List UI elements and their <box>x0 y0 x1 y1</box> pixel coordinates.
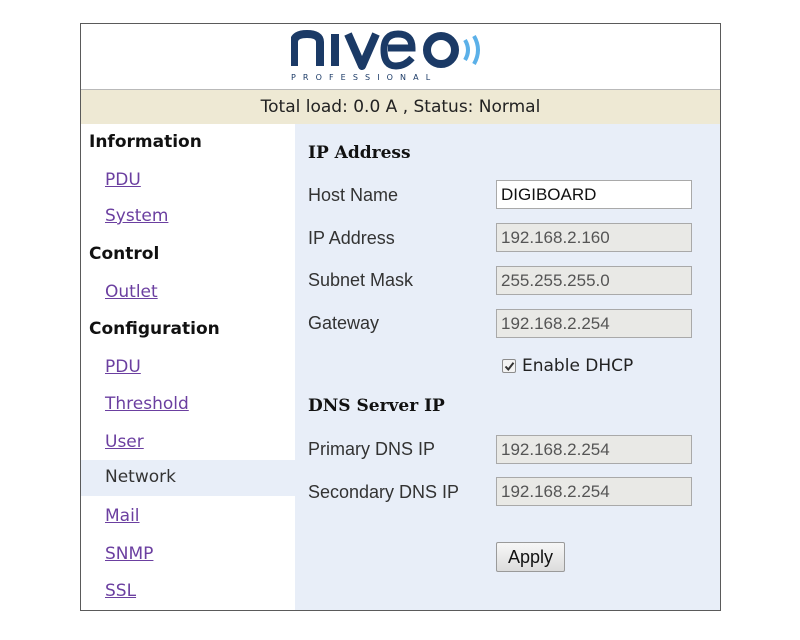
subnet-mask-label: Subnet Mask <box>308 270 414 290</box>
niveo-logo: PROFESSIONAL <box>290 28 521 86</box>
network-settings-panel: IP Address Host Name IP Address Subnet M… <box>295 124 720 610</box>
sidebar-section-configuration: Configuration <box>89 319 220 339</box>
sidebar-section-control: Control <box>89 244 160 264</box>
header: PROFESSIONAL <box>81 24 720 90</box>
sidebar-item-threshold[interactable]: Threshold <box>105 394 189 414</box>
sidebar-item-mail[interactable]: Mail <box>105 506 140 526</box>
enable-dhcp-label: Enable DHCP <box>522 356 634 376</box>
gateway-label: Gateway <box>308 313 380 333</box>
sidebar-item-outlet[interactable]: Outlet <box>105 282 158 302</box>
logo-wordmark-graphic <box>290 29 480 70</box>
logo-subtext: PROFESSIONAL <box>291 73 438 82</box>
sidebar-item-config-pdu[interactable]: PDU <box>105 357 141 377</box>
ip-address-input[interactable] <box>496 223 692 252</box>
status-bar: Total load: 0.0 A , Status: Normal <box>81 90 720 124</box>
ip-address-label: IP Address <box>308 228 395 248</box>
subnet-mask-input[interactable] <box>496 266 692 295</box>
apply-button[interactable]: Apply <box>496 542 565 572</box>
secondary-dns-label: Secondary DNS IP <box>308 482 460 502</box>
primary-dns-input[interactable] <box>496 435 692 464</box>
secondary-dns-input[interactable] <box>496 477 692 506</box>
sidebar-item-system[interactable]: System <box>105 206 168 226</box>
host-name-input[interactable] <box>496 180 692 209</box>
page-frame: PROFESSIONAL Total load: 0.0 A , Status:… <box>80 23 721 611</box>
enable-dhcp-option[interactable]: Enable DHCP <box>502 356 633 376</box>
ip-address-heading: IP Address <box>308 143 411 163</box>
enable-dhcp-checkbox[interactable] <box>502 359 516 373</box>
sidebar-item-user[interactable]: User <box>105 432 144 452</box>
sidebar-item-network[interactable]: Network <box>81 460 295 496</box>
sidebar-item-snmp[interactable]: SNMP <box>105 544 153 564</box>
gateway-input[interactable] <box>496 309 692 338</box>
sidebar-item-network-label: Network <box>105 467 176 487</box>
checkmark-icon <box>504 362 515 372</box>
sidebar: Information PDU System Control Outlet Co… <box>81 124 295 610</box>
dns-server-ip-heading: DNS Server IP <box>308 396 445 416</box>
sidebar-item-ssl[interactable]: SSL <box>105 581 136 601</box>
sidebar-section-information: Information <box>89 132 202 152</box>
sidebar-item-info-pdu[interactable]: PDU <box>105 170 141 190</box>
primary-dns-label: Primary DNS IP <box>308 439 436 459</box>
host-name-label: Host Name <box>308 185 399 205</box>
